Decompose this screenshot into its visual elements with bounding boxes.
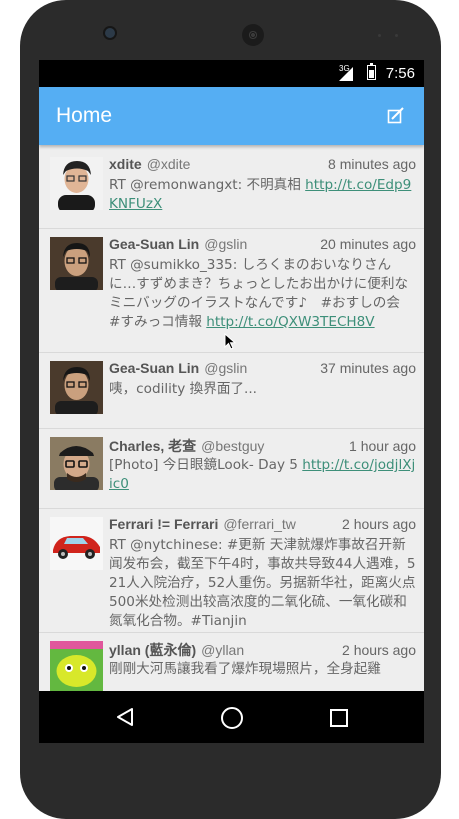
tweet-author-name[interactable]: xdite [109,156,142,172]
back-icon[interactable] [115,707,135,727]
avatar-cartoon-icon [50,641,103,691]
home-icon[interactable] [221,707,243,729]
status-clock: 7:56 [385,65,415,82]
earpiece-speaker [242,24,264,46]
tweet-timestamp: 8 minutes ago [328,156,416,172]
avatar[interactable] [50,437,103,490]
tweet-author-name[interactable]: Gea-Suan Lin [109,360,199,376]
page-title: Home [56,104,113,127]
avatar-woman-glasses-icon [50,157,103,210]
avatar-man-hat-icon [50,437,103,490]
avatar[interactable] [50,641,103,691]
tweet-text: RT @nytchinese: #更新 天津就爆炸事故召开新闻发布会，截至下午4… [109,537,416,629]
avatar[interactable] [50,157,103,210]
battery-icon [367,65,376,80]
network-type: 3G [339,64,350,73]
status-bar: 3G 7:56 [39,60,424,87]
sensor-dot [395,34,398,37]
front-camera [105,28,115,38]
mouse-pointer-icon [224,333,236,350]
tweet-author-handle[interactable]: @yllan [201,642,244,658]
tweet-item[interactable]: xdite @xdite 8 minutes ago RT @remonwang… [39,149,424,229]
avatar-man-glasses-icon [50,361,103,414]
sensor-dot [378,34,381,37]
tweet-timestamp: 1 hour ago [349,438,416,454]
recents-icon[interactable] [330,709,348,727]
tweet-text: 咦，codility 換界面了... [109,381,257,397]
tweet-timeline[interactable]: xdite @xdite 8 minutes ago RT @remonwang… [39,149,424,691]
compose-icon[interactable] [387,107,405,125]
tweet-timestamp: 20 minutes ago [320,236,416,252]
tweet-author-name[interactable]: Gea-Suan Lin [109,236,199,252]
avatar[interactable] [50,361,103,414]
tweet-timestamp: 2 hours ago [342,642,416,658]
avatar-man-glasses-icon [50,237,103,290]
tweet-link[interactable]: http://t.co/QXW3TECH8V [206,314,374,330]
tweet-item[interactable]: Gea-Suan Lin @gslin 37 minutes ago 咦，cod… [39,353,424,429]
app-bar: Home [39,87,424,145]
avatar[interactable] [50,517,103,570]
tweet-text: [Photo] 今日眼鏡Look- Day 5 http://t.co/jodj… [109,457,416,492]
avatar[interactable] [50,237,103,290]
tweet-author-handle[interactable]: @ferrari_tw [223,516,296,532]
tweet-item[interactable]: Ferrari != Ferrari @ferrari_tw 2 hours a… [39,509,424,633]
tweet-text: 剛剛大河馬讓我看了爆炸現場照片，全身起雞 [109,661,381,677]
tweet-item[interactable]: Charles, 老查 @bestguy 1 hour ago [Photo] … [39,429,424,509]
tweet-author-name[interactable]: Charles, 老查 [109,436,196,456]
avatar-red-car-icon [50,517,103,570]
tweet-timestamp: 2 hours ago [342,516,416,532]
tweet-author-name[interactable]: Ferrari != Ferrari [109,516,218,532]
tweet-item[interactable]: yllan (藍永倫) @yllan 2 hours ago 剛剛大河馬讓我看了… [39,633,424,691]
tweet-text: RT @remonwangxt: 不明真相 http://t.co/Edp9KN… [109,177,412,212]
tweet-author-handle[interactable]: @xdite [147,156,191,172]
tweet-author-handle[interactable]: @gslin [204,236,247,252]
tweet-author-handle[interactable]: @bestguy [201,438,264,454]
tweet-author-handle[interactable]: @gslin [204,360,247,376]
screen: 3G 7:56 Home xdite @xdite 8 minutes ago … [39,60,424,743]
navigation-bar [39,691,424,743]
tweet-author-name[interactable]: yllan (藍永倫) [109,640,196,660]
tweet-text: RT @sumikko_335: しろくまのおいなりさんに…すずめまき？ちょっと… [109,257,414,330]
tweet-timestamp: 37 minutes ago [320,360,416,376]
